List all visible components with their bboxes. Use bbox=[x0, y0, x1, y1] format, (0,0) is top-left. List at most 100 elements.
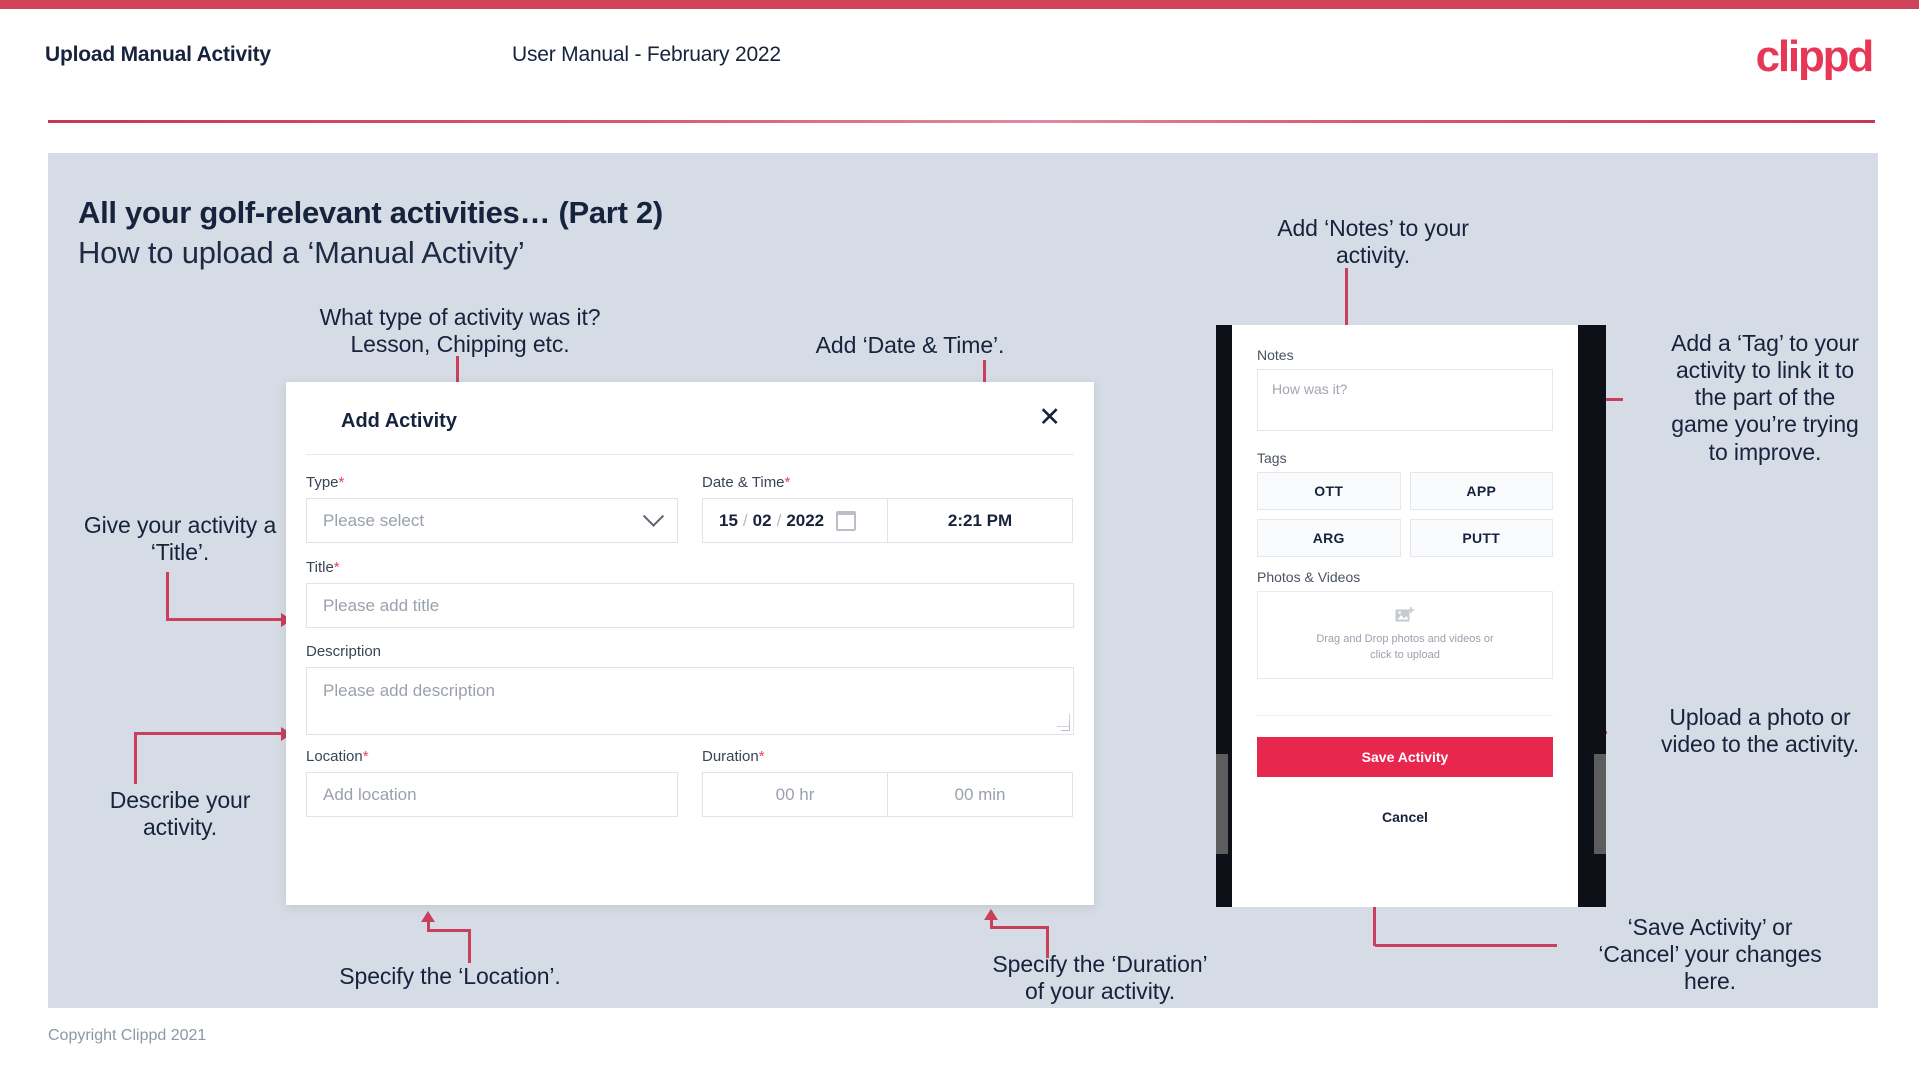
annotation-location-field: Specify the ‘Location’. bbox=[339, 963, 561, 989]
phone-volume-button-left bbox=[1216, 754, 1228, 854]
field-description-label-text: Description bbox=[306, 643, 382, 660]
page-title: Upload Manual Activity bbox=[45, 43, 271, 66]
annotation-date-time: Add ‘Date & Time’. bbox=[815, 332, 1005, 358]
connector-dur-arrow bbox=[984, 909, 998, 920]
tags-label: Tags bbox=[1257, 450, 1287, 466]
tag-button-app[interactable]: APP bbox=[1409, 472, 1553, 510]
field-title-required: * bbox=[333, 559, 340, 576]
notes-placeholder: How was it? bbox=[1272, 381, 1348, 397]
tag-button-putt[interactable]: PUTT bbox=[1409, 519, 1553, 557]
connector-loc-v1 bbox=[427, 921, 430, 931]
notes-label: Notes bbox=[1257, 347, 1294, 363]
field-location-required: * bbox=[362, 748, 369, 765]
connector-save-h bbox=[1375, 944, 1557, 947]
tag-button-ott[interactable]: OTT bbox=[1257, 472, 1401, 510]
connector-dur-h bbox=[990, 926, 1049, 929]
field-title-label-text: Title bbox=[306, 559, 334, 576]
field-type-required: * bbox=[338, 474, 345, 491]
field-title: Title* Please add title bbox=[306, 559, 1074, 628]
phone-field-notes: Notes How was it? bbox=[1257, 347, 1553, 431]
duration-hours-input[interactable]: 00 hr bbox=[702, 772, 888, 817]
annotation-notes-field: Add ‘Notes’ to your activity. bbox=[1277, 215, 1469, 269]
phone-screen: Notes How was it? Tags OTT APP ARG PUTT … bbox=[1232, 325, 1578, 907]
phone-volume-button-right bbox=[1594, 754, 1606, 854]
field-duration-required: * bbox=[758, 748, 765, 765]
calendar-icon[interactable] bbox=[836, 510, 857, 531]
annotation-photos-field: Upload a photo or video to the activity. bbox=[1660, 704, 1860, 758]
add-activity-modal: Add Activity ✕ Type* Please select Date … bbox=[286, 382, 1094, 905]
photos-label: Photos & Videos bbox=[1257, 569, 1361, 585]
modal-title: Add Activity bbox=[341, 410, 457, 432]
annotation-description-field: Describe your activity. bbox=[109, 787, 251, 841]
phone-field-tags: Tags OTT APP ARG PUTT bbox=[1257, 450, 1553, 557]
location-input[interactable]: Add location bbox=[306, 772, 678, 817]
connector-dur-v2 bbox=[1046, 928, 1049, 958]
connector-title-v bbox=[166, 572, 169, 620]
description-textarea[interactable]: Please add description bbox=[306, 667, 1074, 735]
connector-dur-v1 bbox=[990, 919, 993, 928]
phone-field-photos: Photos & Videos Drag and Drop photos and… bbox=[1257, 569, 1553, 679]
cancel-button[interactable]: Cancel bbox=[1257, 803, 1553, 831]
annotation-save-cancel: ‘Save Activity’ or ‘Cancel’ your changes… bbox=[1598, 914, 1822, 995]
duration-row: 00 hr 00 min bbox=[702, 772, 1074, 817]
field-duration: Duration* 00 hr 00 min bbox=[702, 748, 1074, 817]
photo-dropzone[interactable]: Drag and Drop photos and videos or click… bbox=[1257, 591, 1553, 679]
connector-desc-h bbox=[134, 732, 284, 735]
field-location-label-text: Location bbox=[306, 748, 363, 765]
title-input[interactable]: Please add title bbox=[306, 583, 1074, 628]
field-type-label: Type* bbox=[306, 474, 678, 491]
field-datetime-label: Date & Time* bbox=[702, 474, 1074, 491]
field-location-label: Location* bbox=[306, 748, 678, 765]
annotation-duration-field: Specify the ‘Duration’ of your activity. bbox=[992, 951, 1208, 1005]
dropzone-line-2: click to upload bbox=[1370, 648, 1440, 661]
tag-button-arg[interactable]: ARG bbox=[1257, 519, 1401, 557]
time-value: 2:21 PM bbox=[947, 510, 1013, 530]
type-select[interactable]: Please select bbox=[306, 498, 678, 543]
title-input-placeholder: Please add title bbox=[323, 595, 440, 615]
datetime-row: 15 / 02 / 2022 2:21 PM bbox=[702, 498, 1074, 543]
notes-textarea[interactable]: How was it? bbox=[1257, 369, 1553, 431]
field-datetime-required: * bbox=[784, 474, 791, 491]
document-subtitle: User Manual - February 2022 bbox=[512, 43, 781, 66]
annotation-type-field: What type of activity was it? Lesson, Ch… bbox=[319, 304, 601, 358]
annotation-tags-field: Add a ‘Tag’ to your activity to link it … bbox=[1671, 330, 1859, 465]
field-duration-label: Duration* bbox=[702, 748, 1074, 765]
field-description: Description Please add description bbox=[306, 643, 1074, 735]
slide-title-primary: All your golf-relevant activities… (Part… bbox=[78, 195, 663, 230]
connector-title-h bbox=[166, 618, 284, 621]
annotation-title-field: Give your activity a ‘Title’. bbox=[83, 512, 277, 566]
save-activity-button[interactable]: Save Activity bbox=[1257, 737, 1553, 777]
date-input[interactable]: 15 / 02 / 2022 bbox=[702, 498, 888, 543]
description-placeholder: Please add description bbox=[323, 681, 496, 700]
date-month: 02 bbox=[752, 510, 772, 530]
date-sep-1: / bbox=[742, 510, 748, 530]
field-location: Location* Add location bbox=[306, 748, 678, 817]
date-sep-2: / bbox=[776, 510, 782, 530]
field-datetime: Date & Time* 15 / 02 / 2022 2:21 PM bbox=[702, 474, 1074, 543]
slide-title-secondary: How to upload a ‘Manual Activity’ bbox=[78, 235, 525, 270]
field-type-label-text: Type bbox=[306, 474, 339, 491]
time-input[interactable]: 2:21 PM bbox=[887, 498, 1073, 543]
field-description-label: Description bbox=[306, 643, 1074, 660]
header-divider bbox=[48, 120, 1875, 123]
field-datetime-label-text: Date & Time bbox=[702, 474, 785, 491]
type-select-placeholder: Please select bbox=[323, 510, 425, 530]
connector-notes-v1 bbox=[1345, 268, 1348, 330]
duration-minutes-input[interactable]: 00 min bbox=[887, 772, 1073, 817]
field-duration-label-text: Duration bbox=[702, 748, 759, 765]
date-year: 2022 bbox=[786, 510, 825, 530]
connector-loc-h bbox=[427, 929, 471, 932]
top-accent-bar bbox=[0, 0, 1919, 9]
connector-loc-v2 bbox=[468, 931, 471, 963]
field-title-label: Title* bbox=[306, 559, 1074, 576]
footer-copyright: Copyright Clippd 2021 bbox=[48, 1027, 207, 1044]
duration-hours-value: 00 hr bbox=[775, 784, 815, 804]
close-icon[interactable]: ✕ bbox=[1038, 404, 1061, 431]
connector-desc-v bbox=[134, 732, 137, 784]
chevron-down-icon bbox=[642, 505, 665, 527]
location-placeholder: Add location bbox=[323, 784, 417, 804]
modal-divider bbox=[306, 454, 1074, 455]
dropzone-line-1: Drag and Drop photos and videos or bbox=[1316, 632, 1494, 645]
duration-minutes-value: 00 min bbox=[954, 784, 1006, 804]
connector-loc-arrow bbox=[421, 911, 435, 922]
